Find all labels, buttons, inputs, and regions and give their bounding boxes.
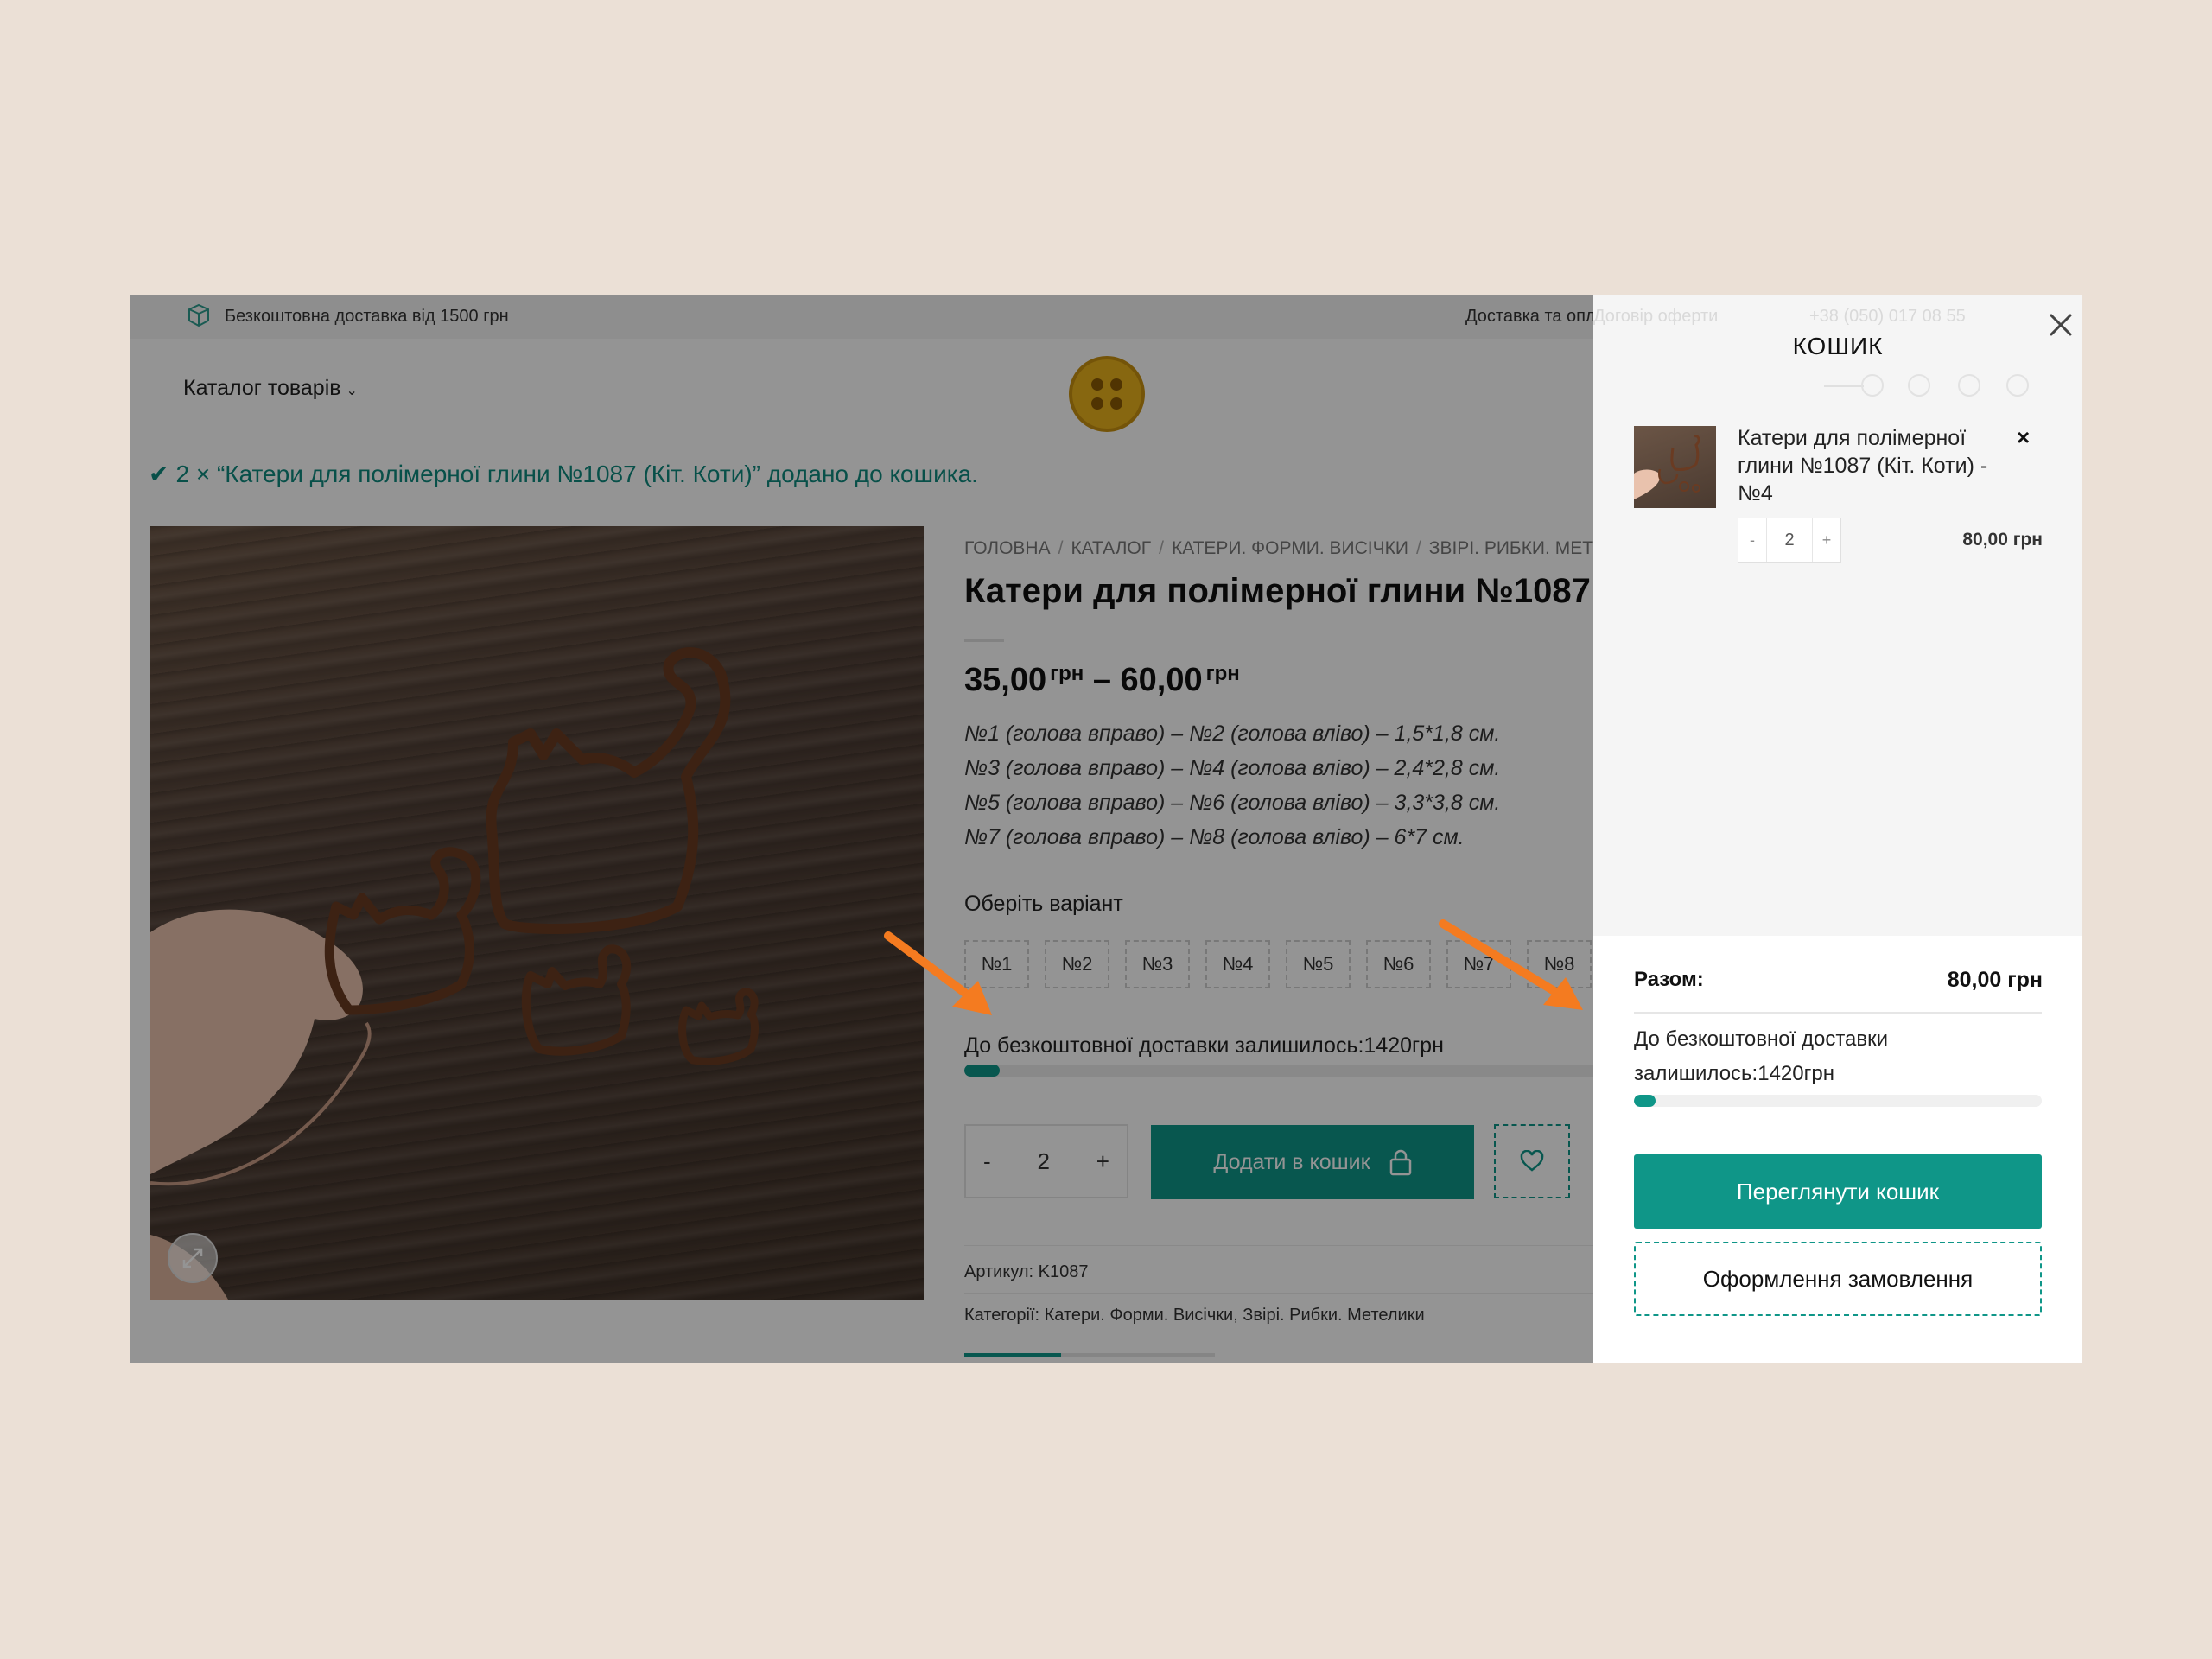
cart-item-thumbnail[interactable]	[1634, 426, 1716, 508]
cart-item-name[interactable]: Катери для полімерної глини №1087 (Кіт. …	[1738, 424, 2023, 507]
checkout-button[interactable]: Оформлення замовлення	[1634, 1242, 2042, 1316]
cart-free-shipping-progress	[1634, 1095, 2042, 1107]
cart-footer: Разом: 80,00 грн До безкоштовної доставк…	[1593, 936, 2082, 1363]
arrow-annotation-icon	[884, 931, 992, 1015]
remove-item-button[interactable]: ×	[2017, 424, 2030, 451]
browser-viewport: Безкоштовна доставка від 1500 грн Достав…	[130, 295, 2082, 1363]
user-icon	[1908, 374, 1930, 397]
cart-qty-value[interactable]: 2	[1766, 518, 1813, 562]
total-label: Разом:	[1634, 968, 1704, 991]
cart-qty-plus-button[interactable]: +	[1813, 518, 1840, 562]
cart-title: КОШИК	[1792, 333, 1884, 359]
arrow-annotation-icon	[1439, 919, 1583, 1010]
cart-icon	[2006, 374, 2029, 397]
view-cart-button[interactable]: Переглянути кошик	[1634, 1154, 2042, 1229]
heart-icon	[1958, 374, 1980, 397]
cart-drawer: Договір оферти +38 (050) 017 08 55 КОШИК…	[1593, 295, 2082, 1363]
cart-quantity-stepper: - 2 +	[1738, 518, 1841, 563]
cart-free-shipping-progress-fill	[1634, 1095, 1656, 1107]
title-underline	[1824, 385, 1864, 387]
divider	[1634, 1012, 2042, 1014]
cart-item-price: 80,00 грн	[1962, 530, 2043, 550]
search-icon	[1861, 374, 1884, 397]
total-value: 80,00 грн	[1947, 968, 2043, 992]
cart-free-shipping-remaining: До безкоштовної доставки залишилось:1420…	[1634, 1027, 1889, 1085]
offer-link: Договір оферти	[1593, 307, 1719, 326]
modal-overlay[interactable]	[130, 295, 1593, 1363]
cart-qty-minus-button[interactable]: -	[1738, 518, 1766, 562]
phone-link: +38 (050) 017 08 55	[1809, 307, 1966, 326]
